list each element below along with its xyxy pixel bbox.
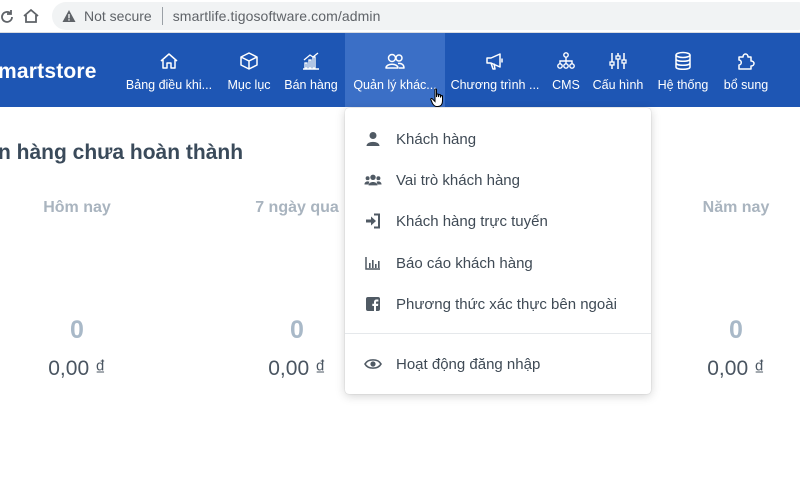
security-label[interactable]: Not secure (84, 8, 152, 24)
nav-item-promotions[interactable]: Chương trình ... (450, 33, 540, 107)
megaphone-icon (483, 49, 507, 73)
stat-year: Năm nay 0 0,00 ₫ (661, 199, 800, 380)
menu-item-label: Khách hàng (396, 130, 477, 148)
nav-item-label: Bán hàng (284, 78, 338, 92)
cube-icon (238, 49, 260, 73)
nav-item-label: Mục lục (227, 78, 271, 92)
stat-count: 0 (70, 316, 84, 344)
browser-toolbar: Not secure smartlife.tigosoftware.com/ad… (0, 0, 800, 33)
customers-dropdown-menu: Khách hàng Vai trò khách hàng Khách hàng… (345, 108, 651, 394)
menu-item-external-auth[interactable]: Phương thức xác thực bên ngoài (345, 284, 651, 324)
nav-item-configuration[interactable]: Cấu hình (591, 33, 645, 107)
nav-item-catalog[interactable]: Mục lục (222, 33, 276, 107)
user-icon (364, 130, 382, 148)
users-icon (383, 49, 407, 73)
omnibox-divider (161, 7, 163, 25)
sign-in-icon (364, 212, 382, 230)
stat-count: 0 (729, 316, 743, 344)
stat-label: Hôm nay (43, 199, 111, 216)
facebook-icon (364, 295, 382, 313)
bar-chart-icon (364, 254, 382, 272)
menu-item-label: Phương thức xác thực bên ngoài (396, 295, 617, 313)
menu-item-label: Báo cáo khách hàng (396, 254, 533, 272)
nav-item-label: Chương trình ... (450, 78, 540, 92)
nav-item-plugins[interactable]: bổ sung (720, 33, 772, 107)
database-icon (672, 49, 694, 73)
menu-item-online-customers[interactable]: Khách hàng trực tuyến (345, 201, 651, 241)
home-icon[interactable] (20, 5, 42, 27)
stat-amount: 0,00 ₫ (707, 357, 765, 380)
nav-item-label: Bảng điều khi... (125, 78, 213, 92)
menu-item-label: Vai trò khách hàng (396, 171, 520, 189)
nav-item-dashboard[interactable]: Bảng điều khi... (124, 33, 214, 107)
menu-item-customer-reports[interactable]: Báo cáo khách hàng (345, 243, 651, 283)
stat-label: Năm nay (702, 199, 770, 216)
menu-item-label: Khách hàng trực tuyến (396, 212, 548, 230)
users-group-icon (364, 171, 382, 189)
stat-today: Hôm nay 0 0,00 ₫ (2, 199, 152, 380)
home-icon (158, 49, 180, 73)
reload-icon[interactable] (0, 6, 18, 28)
nav-item-label: Quản lý khác... (353, 78, 437, 92)
section-title: n hàng chưa hoàn thành (0, 141, 244, 164)
nav-item-label: bổ sung (723, 78, 769, 92)
nav-item-sales[interactable]: Bán hàng (282, 33, 340, 107)
menu-item-customers[interactable]: Khách hàng (345, 119, 651, 159)
nav-item-label: CMS (552, 78, 580, 92)
menu-item-login-activity[interactable]: Hoạt động đăng nhập (345, 344, 651, 384)
hand-cursor-icon (430, 88, 446, 108)
top-navbar: martstore Bảng điều khi... Mục lục Bán h… (0, 33, 800, 107)
menu-item-customer-roles[interactable]: Vai trò khách hàng (345, 160, 651, 200)
address-bar[interactable]: Not secure smartlife.tigosoftware.com/ad… (52, 2, 800, 30)
url-text[interactable]: smartlife.tigosoftware.com/admin (173, 8, 381, 24)
nav-item-label: Hệ thống (657, 78, 709, 92)
nav-item-system[interactable]: Hệ thống (653, 33, 713, 107)
chart-bars-icon (300, 49, 322, 73)
menu-divider (345, 333, 651, 334)
eye-icon (364, 355, 382, 373)
brand-logo[interactable]: martstore (0, 60, 97, 84)
menu-item-label: Hoạt động đăng nhập (396, 355, 541, 373)
sliders-icon (607, 49, 629, 73)
warning-icon (62, 9, 76, 23)
nav-item-cms[interactable]: CMS (548, 33, 584, 107)
puzzle-icon (735, 49, 757, 73)
nav-item-label: Cấu hình (592, 78, 644, 92)
sitemap-icon (555, 49, 577, 73)
stat-amount: 0,00 ₫ (48, 357, 106, 380)
